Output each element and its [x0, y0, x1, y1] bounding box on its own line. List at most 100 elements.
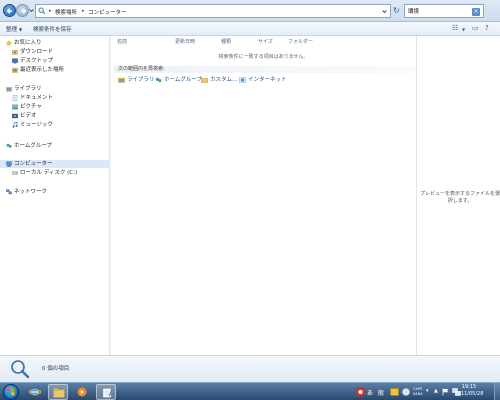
videos-icon	[12, 113, 18, 119]
recent-pages-dropdown-icon[interactable]	[29, 8, 34, 13]
back-arrow-icon	[6, 8, 12, 14]
preview-message: プレビューを表示するファイルを選択します。	[420, 191, 500, 204]
nav-network[interactable]: ネットワーク	[0, 188, 110, 196]
back-button[interactable]	[3, 4, 16, 17]
breadcrumb-separator-icon: ▸	[82, 8, 85, 14]
view-options-icon[interactable]: ☷	[452, 24, 458, 32]
details-pane: 0 個の項目	[0, 355, 500, 382]
navigation-pane: お気に入り ダウンロード デスクトップ 最近表示した場所 ライブラリ ドキュメン…	[0, 36, 110, 355]
ime-kana-indicator[interactable]: 般	[378, 388, 384, 397]
nav-item-recent-places[interactable]: 最近表示した場所	[0, 66, 110, 74]
nav-homegroup[interactable]: ホームグループ	[0, 142, 110, 150]
column-header-date-modified[interactable]: 更新日時	[175, 38, 195, 45]
no-results-message: 検索条件に一致する項目はありません。	[218, 54, 309, 60]
command-bar: 整理 ▼ 検索条件を保存 ☷ ▼ ▭ ?	[0, 22, 500, 36]
nav-item-recent-places-label: 最近表示した場所	[20, 67, 65, 73]
nav-item-local-disk[interactable]: ローカル ディスク (C:)	[0, 169, 110, 177]
search-again-bar: 次の範囲内を再検索:	[114, 66, 415, 73]
organize-label: 整理	[6, 27, 18, 33]
tray-overflow-icon[interactable]: ▲	[434, 388, 438, 394]
clock-date: 2011/05/28	[454, 391, 484, 397]
documents-icon	[12, 95, 18, 101]
address-bar-row: ▸ 検索場所 ▸ コンピューター ↻ ×	[0, 0, 500, 22]
file-list-pane: 名前 更新日時 種類 サイズ フォルダー 検索条件に一致する項目はありません。 …	[111, 36, 416, 355]
nav-favorites[interactable]: お気に入り	[0, 39, 110, 47]
desktop-icon	[12, 58, 18, 64]
save-search-button[interactable]: 検索条件を保存	[33, 25, 72, 33]
start-button[interactable]	[3, 384, 19, 400]
ime-language-icon[interactable]	[356, 387, 365, 397]
clock-time: 19:15	[461, 384, 477, 390]
nav-favorites-label: お気に入り	[14, 40, 42, 46]
windows-logo-icon	[7, 388, 15, 396]
column-header-size[interactable]: サイズ	[258, 38, 273, 45]
nav-item-videos[interactable]: ビデオ	[0, 112, 110, 120]
folder-icon	[53, 388, 65, 398]
item-count: 0 個の項目	[42, 366, 70, 372]
breadcrumb-computer[interactable]: コンピューター	[88, 8, 127, 16]
action-center-flag-icon[interactable]	[442, 388, 450, 396]
homegroup-icon	[155, 77, 162, 83]
show-desktop-button[interactable]	[494, 383, 500, 400]
column-header-folder[interactable]: フォルダー	[288, 38, 313, 45]
column-header-type[interactable]: 種類	[221, 38, 231, 45]
nav-item-downloads[interactable]: ダウンロード	[0, 48, 110, 56]
nav-item-desktop[interactable]: デスクトップ	[0, 57, 110, 65]
taskbar-explorer-button[interactable]	[48, 384, 68, 400]
taskbar-notepad-button[interactable]	[96, 384, 116, 400]
local-disk-icon	[12, 171, 18, 175]
caps-lock-indicator: CAPS	[413, 387, 423, 391]
address-path-box[interactable]: ▸ 検索場所 ▸ コンピューター	[35, 4, 391, 18]
nav-item-videos-label: ビデオ	[20, 113, 37, 119]
nav-item-local-disk-label: ローカル ディスク (C:)	[20, 170, 78, 176]
nav-homegroup-label: ホームグループ	[14, 143, 53, 149]
address-history-dropdown-icon[interactable]	[382, 9, 387, 14]
search-again-internet-label: インターネット	[248, 77, 287, 83]
library-icon	[118, 77, 125, 83]
refresh-icon[interactable]: ↻	[393, 6, 400, 15]
nav-item-documents[interactable]: ドキュメント	[0, 94, 110, 102]
nav-item-pictures-label: ピクチャ	[20, 104, 42, 110]
search-results-icon	[38, 7, 46, 15]
favorites-star-icon	[6, 40, 12, 46]
column-header-name[interactable]: 名前	[117, 38, 127, 45]
notepad-icon	[102, 388, 113, 398]
search-box[interactable]: ×	[404, 4, 484, 18]
search-again-custom-label: カスタム...	[210, 77, 238, 83]
help-icon[interactable]: ?	[485, 24, 489, 32]
ime-mode-indicator[interactable]: あ	[367, 388, 373, 397]
breadcrumb-search-location[interactable]: 検索場所	[55, 8, 77, 16]
music-icon	[12, 122, 18, 128]
taskbar-ie-button[interactable]	[25, 384, 45, 400]
custom-folder-icon	[201, 78, 208, 83]
taskbar: あ 般 CAPS KANA ▾ ▲ 19:15 2011/05/28	[0, 382, 500, 400]
ime-pad-icon[interactable]	[390, 388, 399, 396]
search-input[interactable]	[405, 5, 471, 17]
homegroup-icon	[6, 143, 12, 148]
kana-lock-indicator: KANA	[413, 392, 423, 396]
breadcrumb-separator-icon: ▸	[49, 8, 52, 14]
nav-item-pictures[interactable]: ピクチャ	[0, 103, 110, 111]
nav-network-label: ネットワーク	[14, 189, 48, 195]
nav-libraries-label: ライブラリ	[14, 86, 42, 92]
taskbar-media-player-button[interactable]	[72, 384, 92, 400]
nav-computer[interactable]: コンピューター	[0, 160, 110, 168]
search-again-label: 次の範囲内を再検索:	[118, 66, 165, 72]
pictures-icon	[12, 104, 18, 110]
chevron-down-icon: ▼	[19, 27, 23, 32]
preview-pane-icon[interactable]: ▭	[472, 24, 479, 32]
internet-explorer-icon	[29, 388, 41, 396]
organize-button[interactable]: 整理 ▼	[6, 25, 22, 33]
ime-tool-icon[interactable]	[402, 388, 410, 396]
forward-arrow-icon	[21, 8, 27, 14]
tray-clock[interactable]: 19:15 2011/05/28	[452, 384, 486, 398]
nav-item-music[interactable]: ミュージック	[0, 121, 110, 129]
nav-libraries[interactable]: ライブラリ	[0, 85, 110, 93]
forward-button[interactable]	[16, 4, 29, 17]
media-player-icon	[77, 387, 87, 397]
view-dropdown-icon[interactable]: ▼	[462, 27, 465, 32]
ime-options-icon[interactable]: ▾	[426, 388, 429, 394]
clear-search-icon[interactable]: ×	[472, 8, 480, 16]
libraries-icon	[6, 87, 12, 92]
preview-pane: プレビューを表示するファイルを選択します。	[416, 36, 500, 355]
